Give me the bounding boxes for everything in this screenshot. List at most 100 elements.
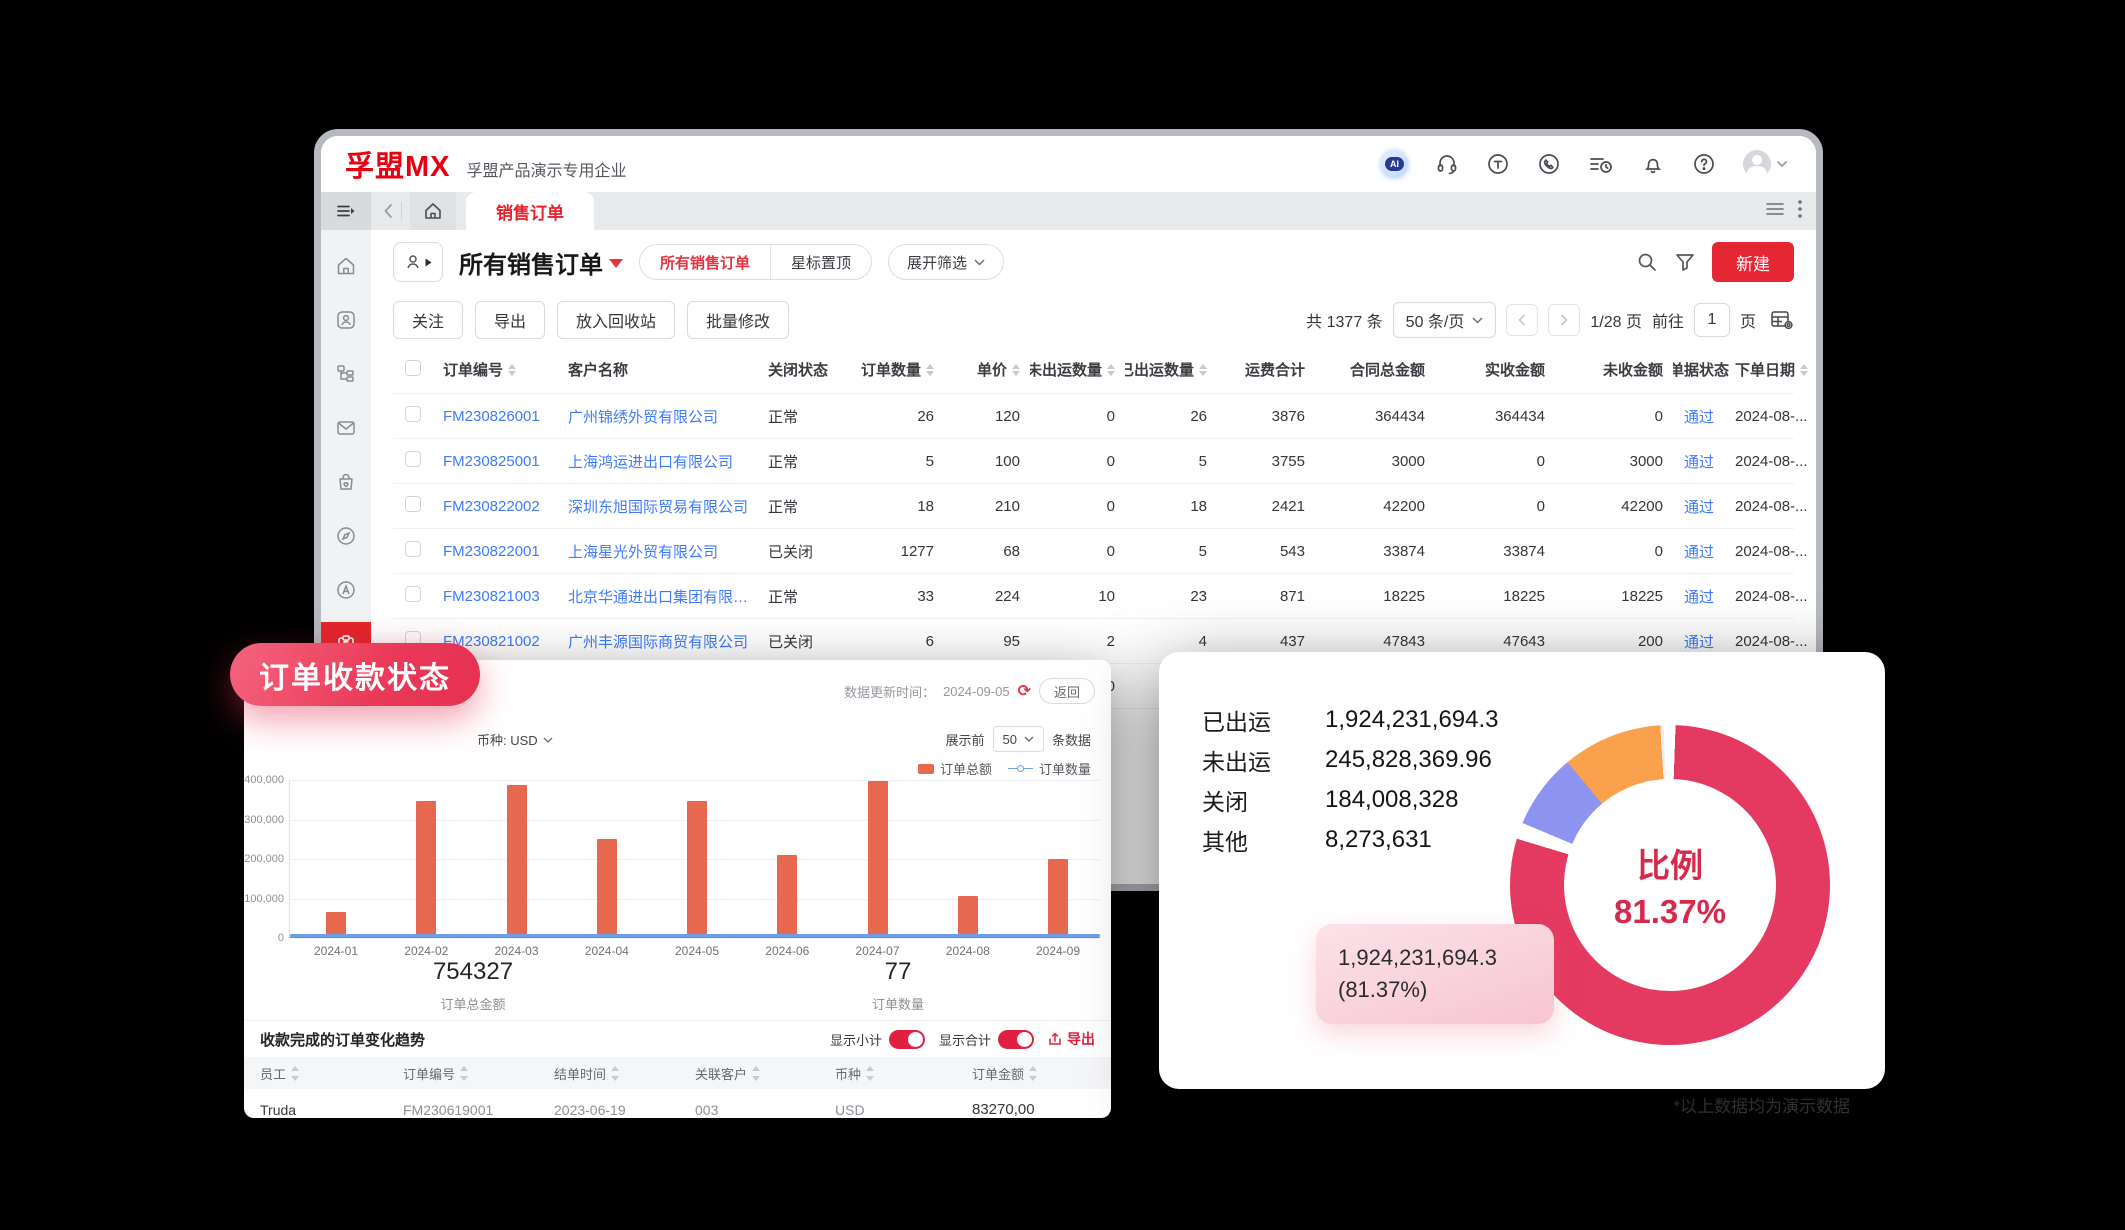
legend-bar-series[interactable]: 订单总额	[918, 759, 992, 778]
cell-order_no[interactable]: FM230826001	[443, 408, 568, 425]
table-row[interactable]: FM230822001上海星光外贸有限公司已关闭1277680554333874…	[393, 529, 1794, 574]
currency-select[interactable]: 币种: USD	[477, 730, 553, 749]
subtable-column[interactable]: 订单金额	[972, 1064, 1095, 1083]
row-checkbox[interactable]	[393, 541, 443, 561]
help-icon[interactable]	[1692, 152, 1716, 176]
column-received[interactable]: 实收金额	[1435, 359, 1555, 380]
table-row[interactable]: FM230825001上海鸿运进出口有限公司正常5100053755300003…	[393, 439, 1794, 484]
cell-doc_status[interactable]: 通过	[1673, 496, 1735, 517]
follow-button[interactable]: 关注	[393, 301, 463, 339]
bar-2024-07[interactable]	[868, 781, 888, 937]
tab-list-icon[interactable]	[1766, 202, 1784, 221]
show-subtotal-toggle[interactable]: 显示小计	[830, 1030, 925, 1049]
cell-doc_status[interactable]: 通过	[1673, 631, 1735, 652]
table-row[interactable]: FM230821003北京华通进出口集团有限公司正常33224102387118…	[393, 574, 1794, 619]
column-freight_total[interactable]: 运费合计	[1217, 359, 1315, 380]
recycle-button[interactable]: 放入回收站	[557, 301, 675, 339]
cell-order_no[interactable]: FM230822002	[443, 498, 568, 515]
sidebar-item-marketing[interactable]	[321, 568, 371, 612]
cell-customer[interactable]: 北京华通进出口集团有限公司	[568, 586, 768, 607]
history-icon[interactable]	[1588, 152, 1614, 176]
column-doc_status[interactable]: 单据状态	[1673, 359, 1735, 380]
row-checkbox[interactable]	[393, 496, 443, 516]
cell-customer[interactable]: 上海鸿运进出口有限公司	[568, 451, 768, 472]
bar-2024-06[interactable]	[777, 855, 797, 937]
export-button[interactable]: 导出	[475, 301, 545, 339]
bar-2024-08[interactable]	[958, 896, 978, 937]
column-customer[interactable]: 客户名称	[568, 359, 768, 380]
user-menu[interactable]	[1743, 150, 1788, 178]
cell-doc_status[interactable]: 通过	[1673, 451, 1735, 472]
cell-customer[interactable]: 上海星光外贸有限公司	[568, 541, 768, 562]
view-title[interactable]: 所有销售订单	[459, 245, 623, 280]
toggle-on[interactable]	[889, 1030, 925, 1049]
owner-filter-button[interactable]	[393, 242, 443, 282]
create-button[interactable]: 新建	[1712, 242, 1794, 282]
bar-2024-02[interactable]	[416, 801, 436, 937]
sidebar-item-products[interactable]	[321, 460, 371, 504]
bar-2024-03[interactable]	[507, 785, 527, 937]
sidebar-item-contacts[interactable]	[321, 298, 371, 342]
table-settings-icon[interactable]	[1770, 309, 1794, 331]
cell-doc_status[interactable]: 通过	[1673, 541, 1735, 562]
toggle-on[interactable]	[998, 1030, 1034, 1049]
filter-icon[interactable]	[1674, 251, 1696, 273]
sidebar-collapse-button[interactable]	[321, 192, 371, 230]
column-contract_total[interactable]: 合同总金额	[1315, 359, 1435, 380]
sort-icon[interactable]	[1012, 364, 1020, 376]
sort-icon[interactable]	[1107, 364, 1115, 376]
cell-customer[interactable]: 深圳东旭国际贸易有限公司	[568, 496, 768, 517]
column-unreceived[interactable]: 未收金额	[1555, 359, 1673, 380]
cell-customer[interactable]: 广州锦绣外贸有限公司	[568, 406, 768, 427]
bar-2024-09[interactable]	[1048, 859, 1068, 937]
search-icon[interactable]	[1636, 251, 1658, 273]
column-not_shipped_qty[interactable]: 未出运数量	[1030, 359, 1125, 380]
next-page-button[interactable]	[1548, 304, 1580, 336]
show-top-select[interactable]: 50	[993, 726, 1044, 752]
sidebar-item-home[interactable]	[321, 244, 371, 288]
cell-order_no[interactable]: FM230822001	[443, 543, 568, 560]
sort-icon[interactable]	[1199, 364, 1207, 376]
sort-icon[interactable]	[508, 364, 516, 376]
column-unit_price[interactable]: 单价	[944, 359, 1030, 380]
phone-icon[interactable]	[1537, 152, 1561, 176]
subtable-column[interactable]: 员工	[260, 1064, 403, 1083]
back-icon[interactable]	[383, 203, 393, 219]
subtable-column[interactable]: 结单时间	[554, 1064, 695, 1083]
refresh-icon[interactable]: ⟳	[1018, 681, 1031, 701]
panel-export-button[interactable]: 导出	[1048, 1029, 1095, 1049]
row-checkbox[interactable]	[393, 451, 443, 471]
goto-page-input[interactable]	[1694, 303, 1730, 337]
subtable-column[interactable]: 币种	[835, 1064, 972, 1083]
table-row[interactable]: FM230822002深圳东旭国际贸易有限公司正常182100182421422…	[393, 484, 1794, 529]
column-order_no[interactable]: 订单编号	[443, 359, 568, 380]
bell-icon[interactable]	[1641, 152, 1665, 176]
back-button[interactable]: 返回	[1039, 678, 1095, 704]
sort-icon[interactable]	[926, 364, 934, 376]
more-icon[interactable]	[1798, 200, 1802, 223]
sort-icon[interactable]	[1800, 364, 1808, 376]
column-shipped_qty[interactable]: 已出运数量	[1125, 359, 1217, 380]
expand-filter-button[interactable]: 展开筛选	[888, 244, 1004, 280]
legend-line-series[interactable]: 订单数量	[1008, 759, 1091, 778]
cell-doc_status[interactable]: 通过	[1673, 586, 1735, 607]
cell-order_no[interactable]: FM230825001	[443, 453, 568, 470]
prev-page-button[interactable]	[1506, 304, 1538, 336]
sidebar-item-mail[interactable]	[321, 406, 371, 450]
bulk-edit-button[interactable]: 批量修改	[687, 301, 789, 339]
select-all-checkbox[interactable]	[393, 360, 443, 380]
cell-customer[interactable]: 广州丰源国际商贸有限公司	[568, 631, 768, 652]
ai-assistant-icon[interactable]: AI	[1381, 151, 1408, 178]
column-qty[interactable]: 订单数量	[856, 359, 944, 380]
translate-icon[interactable]	[1486, 152, 1510, 176]
table-row[interactable]: FM230826001广州锦绣外贸有限公司正常26120026387636443…	[393, 394, 1794, 439]
column-order_date[interactable]: 下单日期	[1735, 359, 1816, 380]
row-checkbox[interactable]	[393, 406, 443, 426]
bar-2024-04[interactable]	[597, 839, 617, 937]
subtable-row[interactable]: TrudaFM2306190012023-06-19003USD83270,00	[244, 1089, 1111, 1118]
cell-order_no[interactable]: FM230821003	[443, 588, 568, 605]
column-close_status[interactable]: 关闭状态	[768, 359, 856, 380]
tab-sales-orders[interactable]: 销售订单	[466, 192, 594, 230]
bar-2024-05[interactable]	[687, 801, 707, 937]
headset-icon[interactable]	[1435, 152, 1459, 176]
